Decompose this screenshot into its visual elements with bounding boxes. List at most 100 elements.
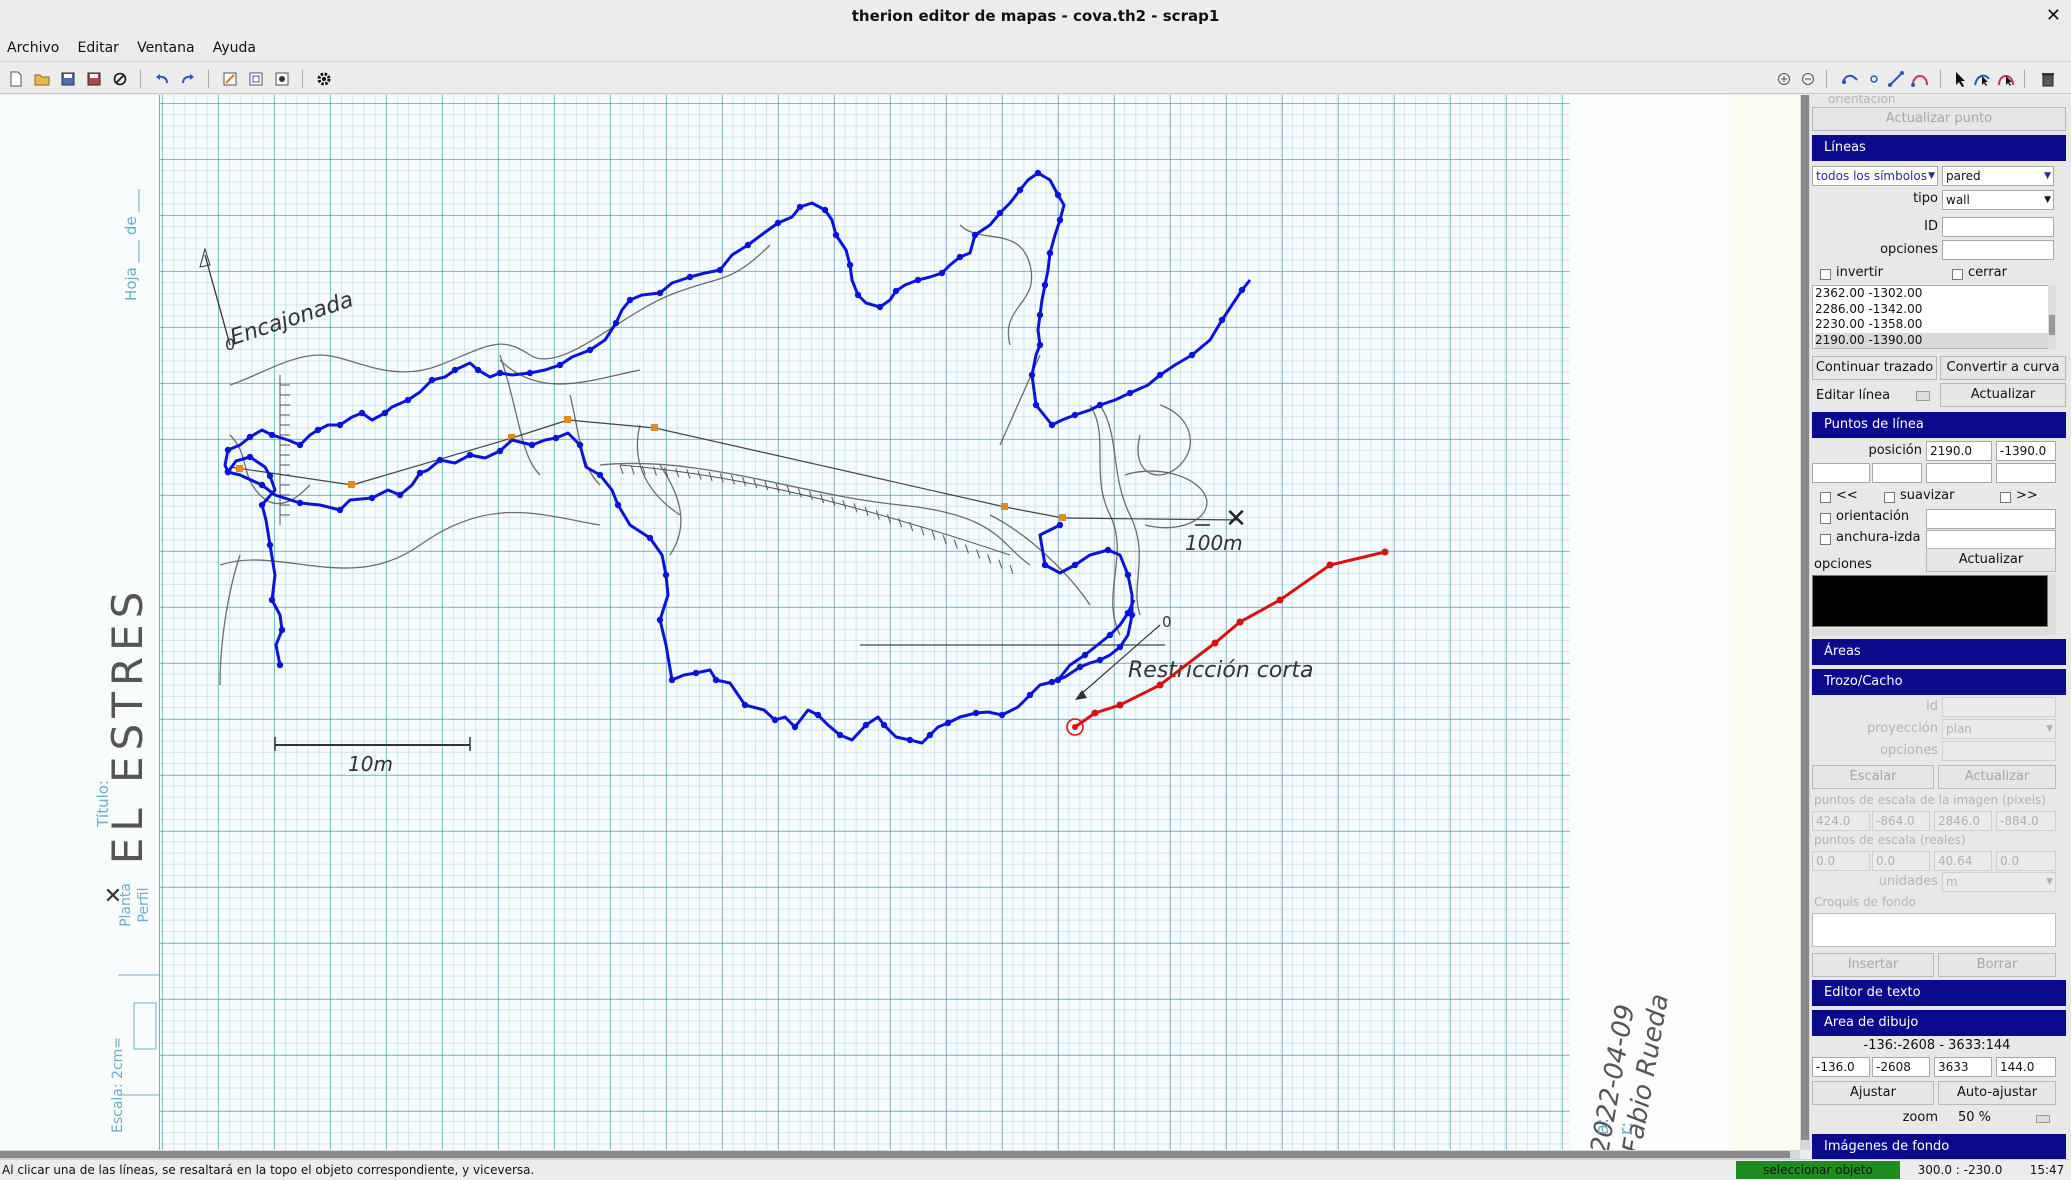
invertir-checkbox[interactable] (1820, 269, 1831, 280)
wall-line-point[interactable] (1046, 249, 1054, 257)
wall-line-point[interactable] (814, 711, 822, 719)
line-symbol-dropdown[interactable]: pared ▼ (1942, 166, 2054, 186)
open-folder-icon[interactable] (32, 69, 52, 89)
unidades-dropdown[interactable]: m ▼ (1942, 872, 2056, 892)
wall-line-point[interactable] (668, 676, 676, 684)
compile-gear-icon[interactable] (314, 69, 334, 89)
insert-area-icon[interactable] (1886, 69, 1906, 89)
wall-line-point[interactable] (1056, 216, 1064, 224)
wall-line-point[interactable] (266, 541, 274, 549)
wall-line-point[interactable] (771, 716, 779, 724)
wall-line-point[interactable] (266, 472, 274, 480)
wall-line-point[interactable] (692, 669, 700, 677)
edit-line-icon[interactable] (1972, 69, 1992, 89)
list-item-selected[interactable]: 2190.00 -1390.00 (1815, 332, 2055, 348)
editar-linea-menu-icon[interactable] (1916, 391, 1930, 401)
croquis-list[interactable] (1812, 913, 2056, 947)
wall-line-point[interactable] (1071, 411, 1079, 419)
wall-line-point[interactable] (1041, 561, 1049, 569)
wall-line-point[interactable] (862, 721, 870, 729)
wall-line-point[interactable] (1028, 371, 1036, 379)
real-scale-y1-input[interactable]: 0.0 (1872, 851, 1930, 871)
wall-line-point[interactable] (1076, 663, 1084, 671)
new-file-icon[interactable] (6, 69, 26, 89)
wall-line-point[interactable] (876, 303, 884, 311)
wall-line-point[interactable] (846, 261, 854, 269)
trozo-id-input[interactable] (1942, 697, 2056, 717)
wall-line-point[interactable] (296, 441, 304, 449)
wall-line-point[interactable] (716, 266, 724, 274)
wall-line-point[interactable] (552, 434, 560, 442)
wall-line-point[interactable] (796, 203, 804, 211)
drawing-canvas[interactable]: Hoja ___ de ___ EL ESTRES Título: Planta… (0, 95, 1800, 1150)
ajustar-button[interactable]: Ajustar (1812, 1081, 1934, 1105)
list-item[interactable]: 2362.00 -1302.00 (1815, 286, 2055, 302)
edit-settings-icon[interactable] (272, 69, 292, 89)
wall-line-point[interactable] (496, 447, 504, 455)
wall-line-point[interactable] (336, 506, 344, 514)
wall-line-point[interactable] (246, 453, 254, 461)
wall-line-point[interactable] (892, 287, 900, 295)
control-point-2-input[interactable] (1872, 463, 1922, 483)
wall-line-point[interactable] (276, 661, 284, 669)
wall-line-point[interactable] (926, 731, 934, 739)
wall-line-point[interactable] (246, 433, 254, 441)
wall-line-point[interactable] (1054, 676, 1062, 684)
wall-line-point[interactable] (404, 396, 412, 404)
puntos-linea-section-header[interactable]: Puntos de línea (1812, 412, 2066, 438)
wall-line-point[interactable] (1124, 609, 1132, 617)
control-point-1-input[interactable] (1812, 463, 1870, 483)
wall-lines[interactable] (223, 171, 1252, 745)
img-scale-x2-input[interactable]: 2846.0 (1934, 811, 1992, 831)
zoom-in-icon[interactable] (1774, 69, 1794, 89)
menu-ventana[interactable]: Ventana (130, 34, 202, 62)
canvas-vertical-scrollbar[interactable] (1800, 95, 1810, 1150)
wall-line-point[interactable] (1054, 191, 1062, 199)
wall-line-point[interactable] (791, 723, 799, 731)
wall-line-point[interactable] (258, 501, 266, 509)
wall-line-point[interactable] (1036, 341, 1044, 349)
insert-line-icon[interactable] (1864, 69, 1884, 89)
wall-line-point[interactable] (358, 409, 366, 417)
wall-line-point[interactable] (906, 736, 914, 744)
wall-line-point[interactable] (268, 596, 276, 604)
lineas-section-header[interactable]: Líneas (1812, 135, 2066, 161)
wall-line-point[interactable] (626, 296, 634, 304)
wall-line-point[interactable] (474, 366, 482, 374)
wall-line-point[interactable] (1048, 421, 1056, 429)
canvas-horizontal-scrollbar[interactable] (0, 1150, 1800, 1159)
save-as-icon[interactable] (84, 69, 104, 89)
borrar-button[interactable]: Borrar (1938, 953, 2056, 977)
point-opciones-scrollbar[interactable] (2048, 575, 2056, 635)
img-scale-x1-input[interactable]: 424.0 (1812, 811, 1870, 831)
actualizar-linea-button[interactable]: Actualizar (1940, 383, 2066, 407)
wall-line-point[interactable] (1096, 401, 1104, 409)
wall-line-point[interactable] (1218, 316, 1226, 324)
wall-line-point[interactable] (744, 241, 752, 249)
wall-line-point[interactable] (396, 491, 404, 499)
wall-line-point[interactable] (774, 219, 782, 227)
wall-line-point[interactable] (296, 499, 304, 507)
anchura-checkbox[interactable] (1820, 534, 1831, 545)
wall-line-point[interactable] (1071, 561, 1079, 569)
zoom-out-icon[interactable] (1798, 69, 1818, 89)
prev-point-checkbox[interactable] (1820, 492, 1831, 503)
point-opciones-textarea[interactable] (1812, 575, 2048, 627)
line-points-scrollbar[interactable] (2048, 285, 2056, 349)
auto-ajustar-button[interactable]: Auto-ajustar (1938, 1081, 2056, 1105)
trash-icon[interactable] (2038, 69, 2058, 89)
wall-line-point[interactable] (496, 369, 504, 377)
wall-line-point[interactable] (712, 676, 720, 684)
close-window-icon[interactable]: ✕ (2046, 0, 2061, 32)
wall-line-point[interactable] (914, 276, 922, 284)
control-point-4-input[interactable] (1996, 463, 2056, 483)
wall-line-point[interactable] (880, 721, 888, 729)
area-dibujo-section-header[interactable]: Area de dibujo (1812, 1010, 2066, 1036)
control-point-3-input[interactable] (1926, 463, 1992, 483)
wall-line-point[interactable] (1126, 389, 1134, 397)
menu-editar[interactable]: Editar (70, 34, 125, 62)
area-xmin-input[interactable]: -136.0 (1812, 1057, 1870, 1077)
wall-line-point[interactable] (1238, 286, 1246, 294)
convertir-curva-button[interactable]: Convertir a curva (1940, 356, 2066, 380)
wall-line-point[interactable] (1081, 651, 1089, 659)
